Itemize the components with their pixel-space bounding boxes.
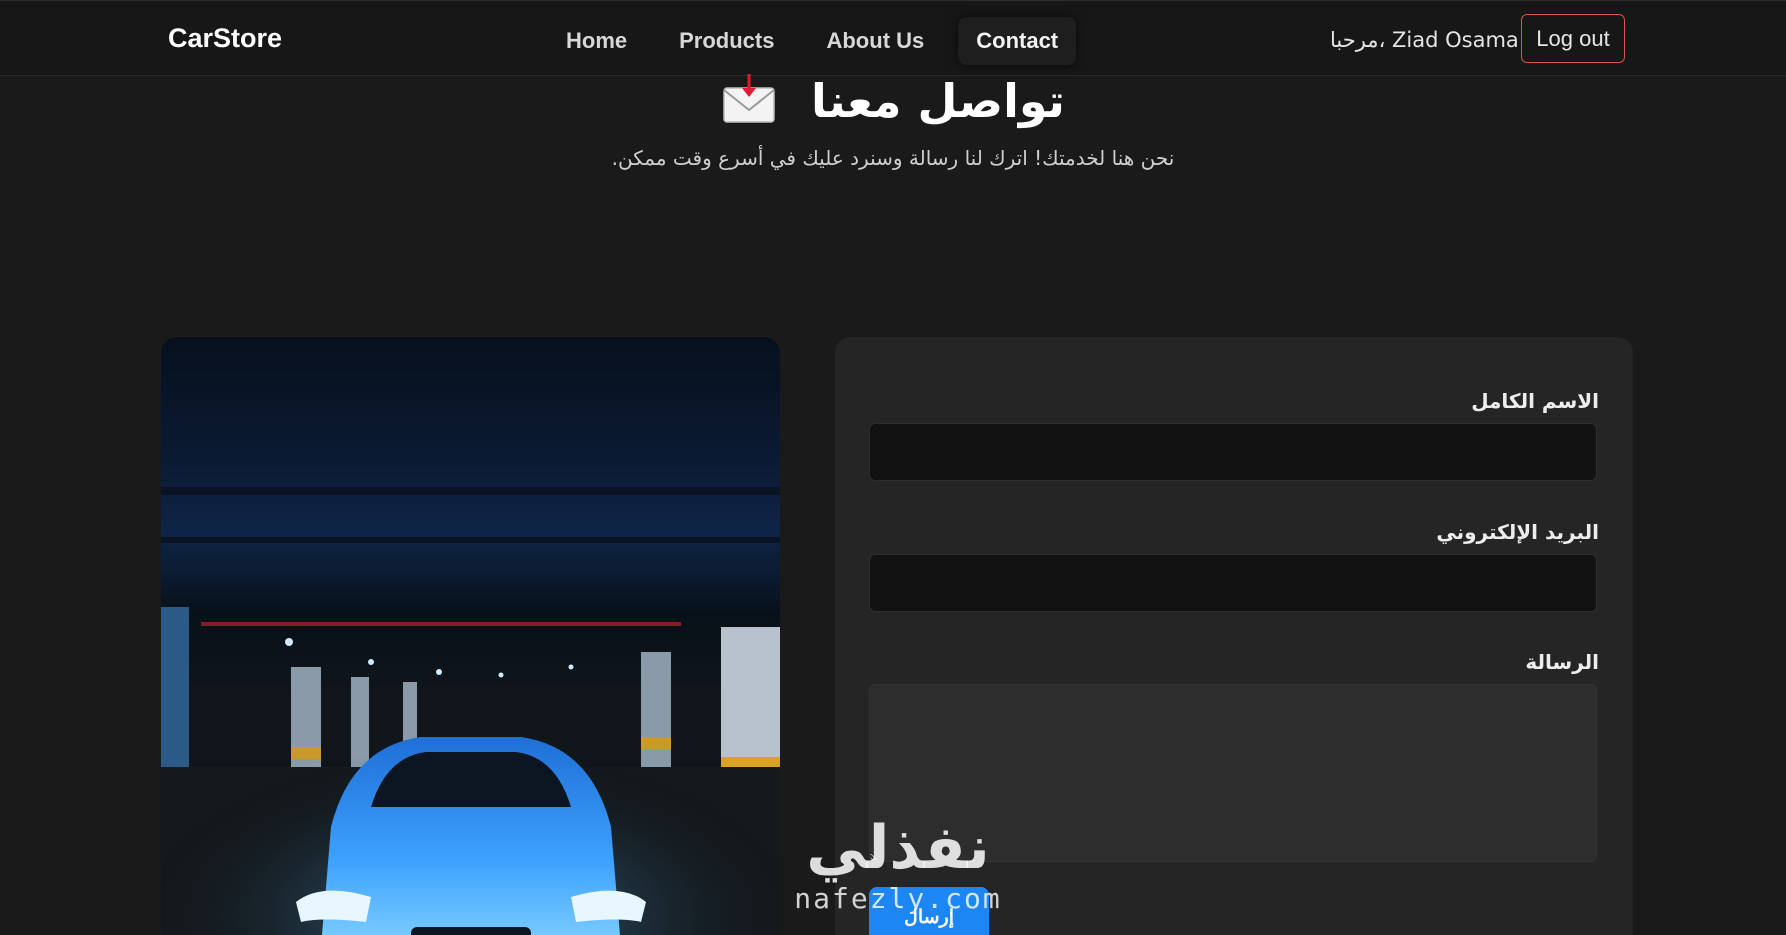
navbar: CarStore Home Products About Us Contact …	[0, 0, 1786, 76]
page: CarStore Home Products About Us Contact …	[0, 0, 1786, 935]
full-name-input[interactable]	[869, 423, 1597, 481]
email-label: البريد الإلكتروني	[1436, 520, 1599, 544]
blue-car-photo	[161, 487, 780, 935]
message-textarea[interactable]	[869, 684, 1597, 862]
nav-home-link[interactable]: Home	[548, 17, 645, 65]
message-label: الرسالة	[1525, 650, 1599, 674]
user-greeting: مرحبا، Ziad Osama	[1330, 28, 1519, 52]
envelope-download-icon	[721, 72, 777, 137]
nav-products-link[interactable]: Products	[661, 17, 792, 65]
page-title-text: تواصل معنا	[811, 74, 1065, 128]
submit-button[interactable]: إرسال	[869, 887, 989, 935]
nav-links: Home Products About Us Contact	[548, 17, 1092, 65]
car-image-card	[161, 337, 780, 935]
page-title: تواصل معنا	[0, 72, 1786, 137]
email-input[interactable]	[869, 554, 1597, 612]
nav-contact-link[interactable]: Contact	[958, 17, 1077, 65]
logout-button[interactable]: Log out	[1521, 14, 1625, 63]
contact-form: الاسم الكامل البريد الإلكتروني الرسالة إ…	[835, 337, 1633, 935]
page-subtitle: نحن هنا لخدمتك! اترك لنا رسالة وسنرد علي…	[611, 146, 1175, 170]
name-label: الاسم الكامل	[1471, 389, 1599, 413]
brand-logo[interactable]: CarStore	[168, 23, 282, 54]
nav-about-link[interactable]: About Us	[808, 17, 942, 65]
